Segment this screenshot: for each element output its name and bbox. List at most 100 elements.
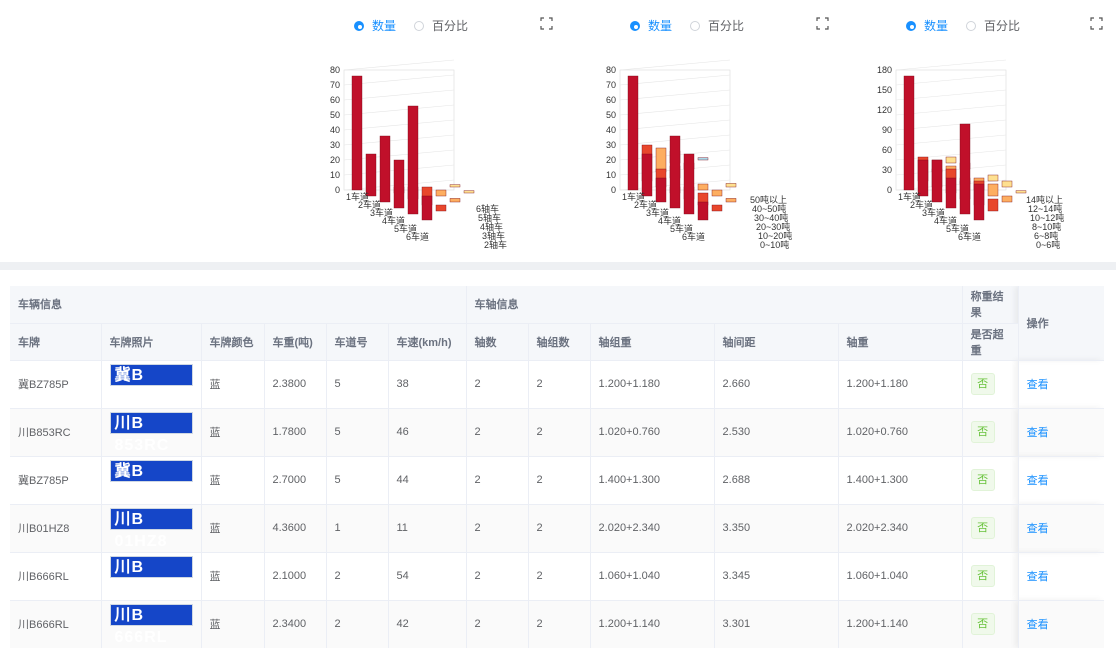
cell-text: 2 [474,426,481,438]
chart-panel-weight-range: 数量 百分比 0 10 20 30 40 50 60 70 80 1车道 2车道 3车道 4车道 5车道 6… [590,0,866,262]
radio-percent[interactable]: 百分比 [414,17,468,34]
bar [641,153,653,197]
z-tick-label: 50 [330,110,340,120]
cell-groups: 2 [528,600,591,648]
bar [725,198,737,203]
table-row: 川B666RL 川B 666RL 蓝 2.1000 2 54 2 2 1.060+1.040 3.… [10,552,1104,601]
cell-speed: 46 [388,408,467,457]
radio-percent[interactable]: 百分比 [966,17,1020,34]
z-tick-label: 150 [877,85,892,95]
cell-text: 2 [474,378,481,390]
cell-color: 蓝 [201,360,265,409]
cell-text: 1.020+0.760 [598,426,661,438]
y-tick-label: 14吨以上 [1026,194,1063,205]
chart-mode-radio-group: 数量 百分比 [630,17,762,34]
bar [945,156,957,164]
chart-panel-axle-type: 数量 百分比 0 10 20 30 40 50 60 70 80 1车道 2车道 3车道 4车道 5车道 6… [314,0,590,262]
bar [697,183,709,191]
z-tick-label: 0 [611,185,616,195]
cell-text: 蓝 [209,523,221,535]
bar [1001,180,1013,188]
x-tick-label: 6车道 [406,231,429,242]
cell-group-weight: 1.200+1.180 [590,360,715,409]
fullscreen-icon[interactable] [540,17,553,30]
cell-text: 冀BZ785P [18,379,69,391]
bar [669,135,681,209]
bar [435,189,447,197]
column-header: 车重(吨) [264,323,327,361]
bar [463,190,475,194]
radio-percent[interactable]: 百分比 [690,17,744,34]
cell-text: 4.3600 [272,522,307,534]
cell-op: 查看 [1018,600,1104,648]
x-tick-label: 6车道 [682,231,705,242]
cell-text: 2.688 [722,474,751,486]
cell-photo: 川B 666RL [101,552,202,601]
fullscreen-icon[interactable] [816,17,829,30]
cell-groups: 2 [528,504,591,553]
z-tick-label: 60 [330,95,340,105]
cell-text: 2 [536,378,543,390]
cell-group-weight: 1.020+0.760 [590,408,715,457]
cell-photo: 川B 01HZ8 [101,504,202,553]
cell-groups: 2 [528,360,591,409]
plate-photo: 川B 666RL [109,603,193,646]
cell-axles: 2 [466,552,529,601]
cell-plate: 川B853RC [10,408,102,457]
z-tick-label: 40 [606,125,616,135]
axle-type-3d-bar-chart: 010203040506070801车道2车道3车道4车道5车道6车道2轴车3轴… [330,59,507,250]
bar [655,177,667,203]
cell-text: 蓝 [209,619,221,631]
cell-axles: 2 [466,456,529,505]
view-link[interactable]: 查看 [1027,619,1049,631]
radio-count[interactable]: 数量 [630,17,672,34]
cell-spacing: 2.530 [714,408,839,457]
z-tick-label: 80 [606,65,616,75]
cell-axle-weight: 1.400+1.300 [838,456,963,505]
radio-dot [414,20,425,31]
bar [379,135,391,203]
radio-percent-label: 百分比 [984,19,1021,33]
cell-text: 蓝 [209,427,221,439]
cell-lane: 1 [326,504,389,553]
cell-spacing: 3.345 [714,552,839,601]
cell-text: 2 [536,618,543,630]
cell-text: 1.200+1.140 [598,618,661,630]
view-link[interactable]: 查看 [1027,571,1049,583]
cell-speed: 11 [388,504,467,553]
cell-text: 1.200+1.180 [598,378,661,390]
view-link[interactable]: 查看 [1027,523,1049,535]
cell-text: 3.301 [722,618,751,630]
z-tick-label: 120 [877,105,892,115]
cell-lane: 2 [326,600,389,648]
radio-count[interactable]: 数量 [906,17,948,34]
cell-axles: 2 [466,408,529,457]
view-link[interactable]: 查看 [1027,427,1049,439]
bar [1015,190,1027,194]
column-header: 轴组数 [528,323,591,361]
cell-plate: 冀BZ785P [10,360,102,409]
plate-photo: 冀B Z785P [109,363,193,406]
cell-group-weight: 1.200+1.140 [590,600,715,648]
view-link[interactable]: 查看 [1027,379,1049,391]
view-link[interactable]: 查看 [1027,475,1049,487]
fullscreen-icon[interactable] [1090,17,1103,30]
cell-photo: 冀B Z785P [101,456,202,505]
bar [987,198,999,212]
cell-plate: 川B666RL [10,552,102,601]
cell-text: 2.020+2.340 [598,522,661,534]
cell-axles: 2 [466,360,529,409]
bar [959,123,971,215]
radio-percent-label: 百分比 [708,19,745,33]
cell-speed: 54 [388,552,467,601]
weighing-records-table: 车辆信息 车轴信息 称重结果 操作 车牌 车牌照片 车牌颜色 车重(吨) 车道号 车速(k… [10,286,1104,648]
bar [407,105,419,215]
z-tick-label: 60 [882,145,892,155]
cell-text: 46 [396,426,409,438]
z-tick-label: 90 [882,125,892,135]
overweight-badge: 否 [970,517,995,539]
bar [655,147,667,173]
radio-count[interactable]: 数量 [354,17,396,34]
cell-text: 38 [396,378,409,390]
cell-text: 2 [536,474,543,486]
